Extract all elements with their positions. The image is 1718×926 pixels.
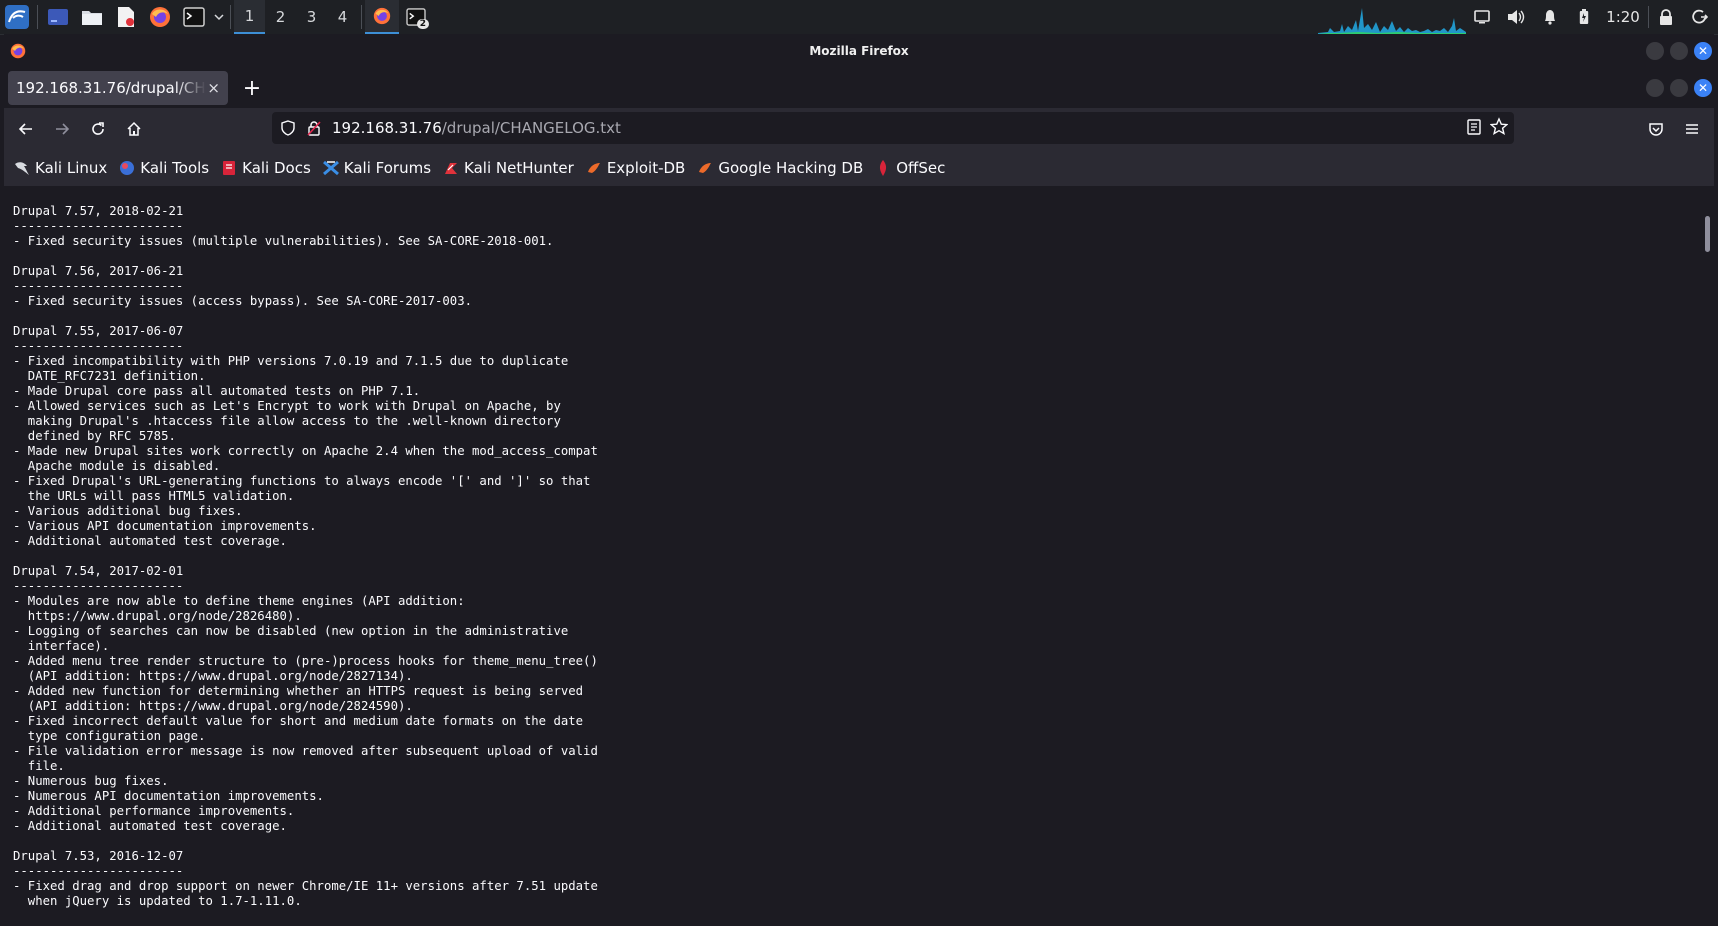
hamburger-menu-icon [1686,124,1698,134]
bookmark-offsec[interactable]: OffSec [875,159,945,177]
text-editor-icon[interactable] [109,0,143,34]
url-path: /drupal/CHANGELOG.txt [441,119,621,137]
bookmark-label: OffSec [896,159,946,177]
forward-arrow-icon [56,123,70,135]
tab-close-button[interactable]: × [207,79,220,97]
ghdb-icon [697,160,713,176]
taskbar-firefox[interactable] [365,0,399,34]
kali-menu-icon[interactable] [0,0,34,34]
tabbar-close-button[interactable]: ✕ [1694,79,1712,97]
firefox-launcher-icon[interactable] [143,0,177,34]
tracking-protection-shield-icon[interactable] [280,120,296,136]
workspace-4[interactable]: 4 [327,0,358,34]
url-host: 192.168.31.76 [332,119,442,137]
bookmark-star-icon[interactable] [1489,116,1509,142]
home-icon [127,121,141,136]
file-manager-icon[interactable] [75,0,109,34]
tab-changelog[interactable]: 192.168.31.76/drupal/CHANGELOG.txt × [8,71,228,105]
volume-icon[interactable] [1502,0,1530,34]
panel-separator [37,5,38,29]
tabbar-maximize-button[interactable] [1670,79,1688,97]
offsec-icon [875,160,891,176]
chevron-down-icon[interactable] [211,0,227,34]
page-content[interactable]: Drupal 7.57, 2018-02-21 ----------------… [4,186,1714,926]
kali-forums-icon [322,160,339,176]
bookmark-label: Exploit-DB [606,159,686,177]
lock-screen-icon[interactable] [1652,0,1680,34]
workspace-1[interactable]: 1 [234,0,265,34]
panel-separator [1646,0,1650,34]
workspace-2[interactable]: 2 [265,0,296,34]
url-bar[interactable]: 192.168.31.76/drupal/CHANGELOG.txt [272,112,1514,144]
display-icon[interactable] [1468,0,1496,34]
vertical-scrollbar-thumb[interactable] [1705,216,1710,252]
reload-button[interactable] [80,111,116,147]
bookmark-kali-forums[interactable]: Kali Forums [322,159,432,177]
reload-icon [92,122,104,135]
tab-strip: 192.168.31.76/drupal/CHANGELOG.txt × + ✕ [4,68,1714,108]
window-titlebar[interactable]: Mozilla Firefox ✕ [4,34,1714,68]
workspace-3[interactable]: 3 [296,0,327,34]
show-desktop-icon[interactable] [41,0,75,34]
bookmark-label: Kali Tools [140,159,210,177]
forward-button[interactable] [44,111,80,147]
minimize-button[interactable] [1646,42,1664,60]
bookmark-label: Kali NetHunter [464,159,574,177]
window-title: Mozilla Firefox [809,44,909,58]
bookmark-label: Kali Forums [343,159,432,177]
back-button[interactable] [8,111,44,147]
kali-tools-icon [119,160,135,176]
nethunter-icon [443,160,459,176]
kali-dragon-icon [14,160,30,176]
bookmark-kali-nethunter[interactable]: Kali NetHunter [443,159,574,177]
bookmark-kali-docs[interactable]: Kali Docs [221,159,311,177]
url-text[interactable]: 192.168.31.76/drupal/CHANGELOG.txt [332,119,621,137]
bookmark-label: Kali Linux [35,159,108,177]
reader-view-icon[interactable] [1466,116,1482,142]
firefox-icon [373,7,391,25]
maximize-button[interactable] [1670,42,1688,60]
taskbar-terminal-group[interactable]: 2 [399,0,433,34]
kali-docs-icon [221,160,237,176]
clock-label: 1:20 [1606,8,1640,26]
navigation-toolbar: 192.168.31.76/drupal/CHANGELOG.txt [4,108,1714,150]
bookmark-label: Kali Docs [242,159,311,177]
bookmark-google-hacking-db[interactable]: Google Hacking DB [697,159,863,177]
app-menu-button[interactable] [1674,111,1710,147]
pocket-button[interactable] [1638,111,1674,147]
insecure-lock-icon[interactable] [306,120,322,136]
new-tab-button[interactable]: + [240,76,264,101]
panel-separator [230,5,231,29]
clock[interactable]: 1:20 [1600,0,1646,34]
window-count-badge: 2 [416,19,429,29]
back-arrow-icon [18,123,32,135]
bookmark-kali-linux[interactable]: Kali Linux [14,159,107,177]
panel-separator [361,5,362,29]
notifications-bell-icon[interactable] [1536,0,1564,34]
bookmark-kali-tools[interactable]: Kali Tools [119,159,209,177]
changelog-text: Drupal 7.57, 2018-02-21 ----------------… [13,204,598,908]
tabbar-minimize-button[interactable] [1646,79,1664,97]
bookmark-label: Google Hacking DB [718,159,864,177]
top-panel: 1 2 3 4 2 1:20 [0,0,1718,35]
logout-icon[interactable] [1686,0,1714,34]
tab-title: 192.168.31.76/drupal/CHANGELOG.txt [16,79,206,97]
home-button[interactable] [116,111,152,147]
terminal-launcher-icon[interactable] [177,0,211,34]
firefox-window: Mozilla Firefox ✕ 192.168.31.76/drupal/C… [4,34,1714,926]
battery-icon[interactable] [1570,0,1598,34]
network-activity-graph [1318,8,1466,34]
pocket-icon [1649,123,1663,136]
exploit-db-icon [586,160,602,176]
bookmarks-toolbar: Kali Linux Kali Tools Kali Docs Kali For… [4,150,1714,187]
bookmark-exploit-db[interactable]: Exploit-DB [586,159,686,177]
close-window-button[interactable]: ✕ [1694,42,1712,60]
